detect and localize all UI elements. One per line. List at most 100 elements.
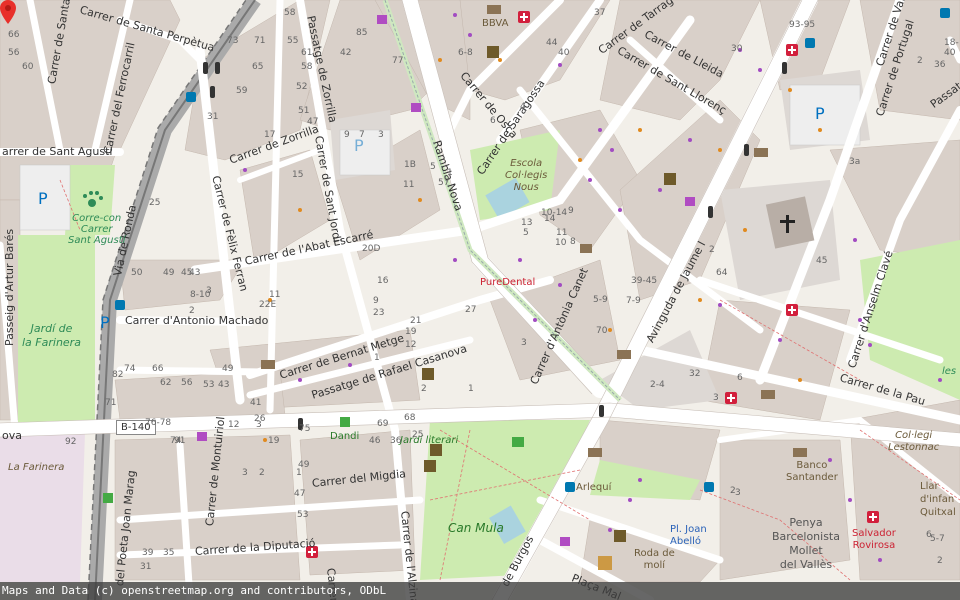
house-number: 56 — [8, 48, 20, 58]
house-number: 61 — [301, 48, 313, 58]
location-marker-icon[interactable] — [0, 0, 16, 24]
house-number: 31 — [140, 562, 152, 572]
house-number: 3 — [206, 286, 212, 296]
house-number: 71 — [254, 36, 266, 46]
place-les: les — [942, 366, 957, 377]
house-number: 10-14 — [541, 208, 568, 218]
house-number: 17 — [264, 130, 276, 140]
house-number: 47 — [294, 489, 306, 499]
house-number: 31 — [207, 112, 219, 122]
house-number: 52 — [296, 82, 308, 92]
house-number: 8 — [570, 237, 576, 247]
house-number: 70 — [596, 326, 608, 336]
house-number: 73 — [227, 36, 239, 46]
house-number: 4 — [520, 102, 526, 112]
house-number: 12 — [228, 420, 240, 430]
house-number: 49 — [222, 364, 234, 374]
house-number: 41 — [250, 398, 262, 408]
house-number: 2 — [730, 486, 736, 496]
place-col-legi-lestonnac: Col·legi Lestonnac — [888, 430, 940, 453]
place-puredental: PureDental — [480, 277, 536, 288]
house-number: 6 — [926, 530, 932, 540]
house-number: 42 — [340, 48, 352, 58]
house-number: 40 — [558, 48, 570, 58]
place-salvador-rovirosa: Salvador Rovirosa — [852, 528, 896, 551]
house-number: 43 — [218, 380, 230, 390]
house-number: 2-4 — [650, 380, 665, 390]
house-number: 27 — [465, 305, 477, 315]
house-number: 9 — [568, 206, 574, 216]
house-number: 7-9 — [626, 296, 641, 306]
house-number: 53 — [297, 510, 309, 520]
house-number: 12 — [405, 340, 417, 350]
house-number: 53 — [203, 380, 215, 390]
house-number: 5-9 — [593, 295, 608, 305]
place-jardi-literari: Jardí literari — [400, 435, 459, 446]
house-number: 13 — [521, 218, 533, 228]
house-number: 3 — [713, 393, 719, 403]
house-number: 11 — [403, 180, 415, 190]
house-number: 51 — [298, 106, 310, 116]
house-number: 3 — [735, 488, 741, 498]
house-number: 9 — [373, 296, 379, 306]
house-number: 92 — [65, 437, 77, 447]
house-number: 6 — [737, 373, 743, 383]
parking-label: P — [38, 189, 48, 208]
house-number: 66 — [8, 30, 20, 40]
house-number: 58 — [301, 62, 313, 72]
house-number: 30 — [731, 44, 743, 54]
house-number: 11 — [269, 290, 281, 300]
street-label: Carrer d'Antonio Machado — [125, 314, 269, 327]
house-number: 1B — [404, 160, 416, 170]
house-number: 58 — [284, 8, 296, 18]
house-number: 50 — [131, 268, 143, 278]
house-number: 21 — [410, 316, 422, 326]
house-number: 2 — [189, 306, 195, 316]
map-canvas[interactable]: Carrer de Santa Perpètua Carrer de Santa… — [0, 0, 960, 600]
house-number: 65 — [252, 62, 264, 72]
place-bbva: BBVA — [482, 18, 509, 29]
house-number: 22E — [259, 300, 277, 310]
house-number: 11 — [556, 228, 568, 238]
place-llar-infants: Llar d'infan Quitxal — [920, 481, 956, 518]
house-number: 74 — [124, 364, 136, 374]
place-penya-barcelonista: Penya Barcelonista Mollet del Vallès — [772, 516, 840, 571]
house-number: 57 — [438, 178, 450, 188]
place-dandi: Dandi — [330, 431, 360, 442]
house-number: 19 — [268, 436, 280, 446]
place-escola: Escola Col·legis Nous — [505, 158, 548, 193]
house-number: 85 — [356, 28, 368, 38]
place-arlequi: Arlequí — [576, 482, 612, 493]
house-number: 16 — [377, 276, 389, 286]
house-number: 93-95 — [789, 20, 816, 30]
house-number: 75 — [299, 424, 311, 434]
place-pl-joan-abello: Pl. Joan Abelló — [670, 524, 707, 547]
street-label: ova — [2, 429, 22, 442]
house-number: 49 — [163, 268, 175, 278]
house-number: 43 — [189, 268, 201, 278]
house-number: 3 — [378, 130, 384, 140]
house-number: 3 — [521, 338, 527, 348]
house-number: 76-78 — [145, 418, 172, 428]
house-number: 47 — [307, 117, 319, 127]
parking-label: P — [100, 313, 110, 332]
place-can-mula: Can Mula — [448, 521, 504, 535]
place-banco-santander: Banco Santander — [786, 460, 838, 483]
house-number: 77 — [392, 56, 404, 66]
map-attribution: Maps and Data (c) openstreetmap.org and … — [0, 582, 960, 600]
house-number: 20D — [362, 244, 381, 254]
house-number: 39 — [142, 548, 154, 558]
house-number: 39-45 — [631, 276, 658, 286]
house-number: 6-8 — [458, 48, 473, 58]
house-number: 2 — [917, 56, 923, 66]
house-number: 2 — [421, 384, 427, 394]
house-number: 36 — [934, 60, 946, 70]
house-number: 45 — [816, 256, 828, 266]
house-number: 7 — [359, 130, 365, 140]
house-number: 37 — [594, 8, 606, 18]
house-number: 62 — [160, 378, 172, 388]
house-number: 59 — [236, 86, 248, 96]
house-number: 5 — [523, 228, 529, 238]
house-number: 3 — [242, 468, 248, 478]
house-number: 18-40 — [944, 38, 959, 58]
